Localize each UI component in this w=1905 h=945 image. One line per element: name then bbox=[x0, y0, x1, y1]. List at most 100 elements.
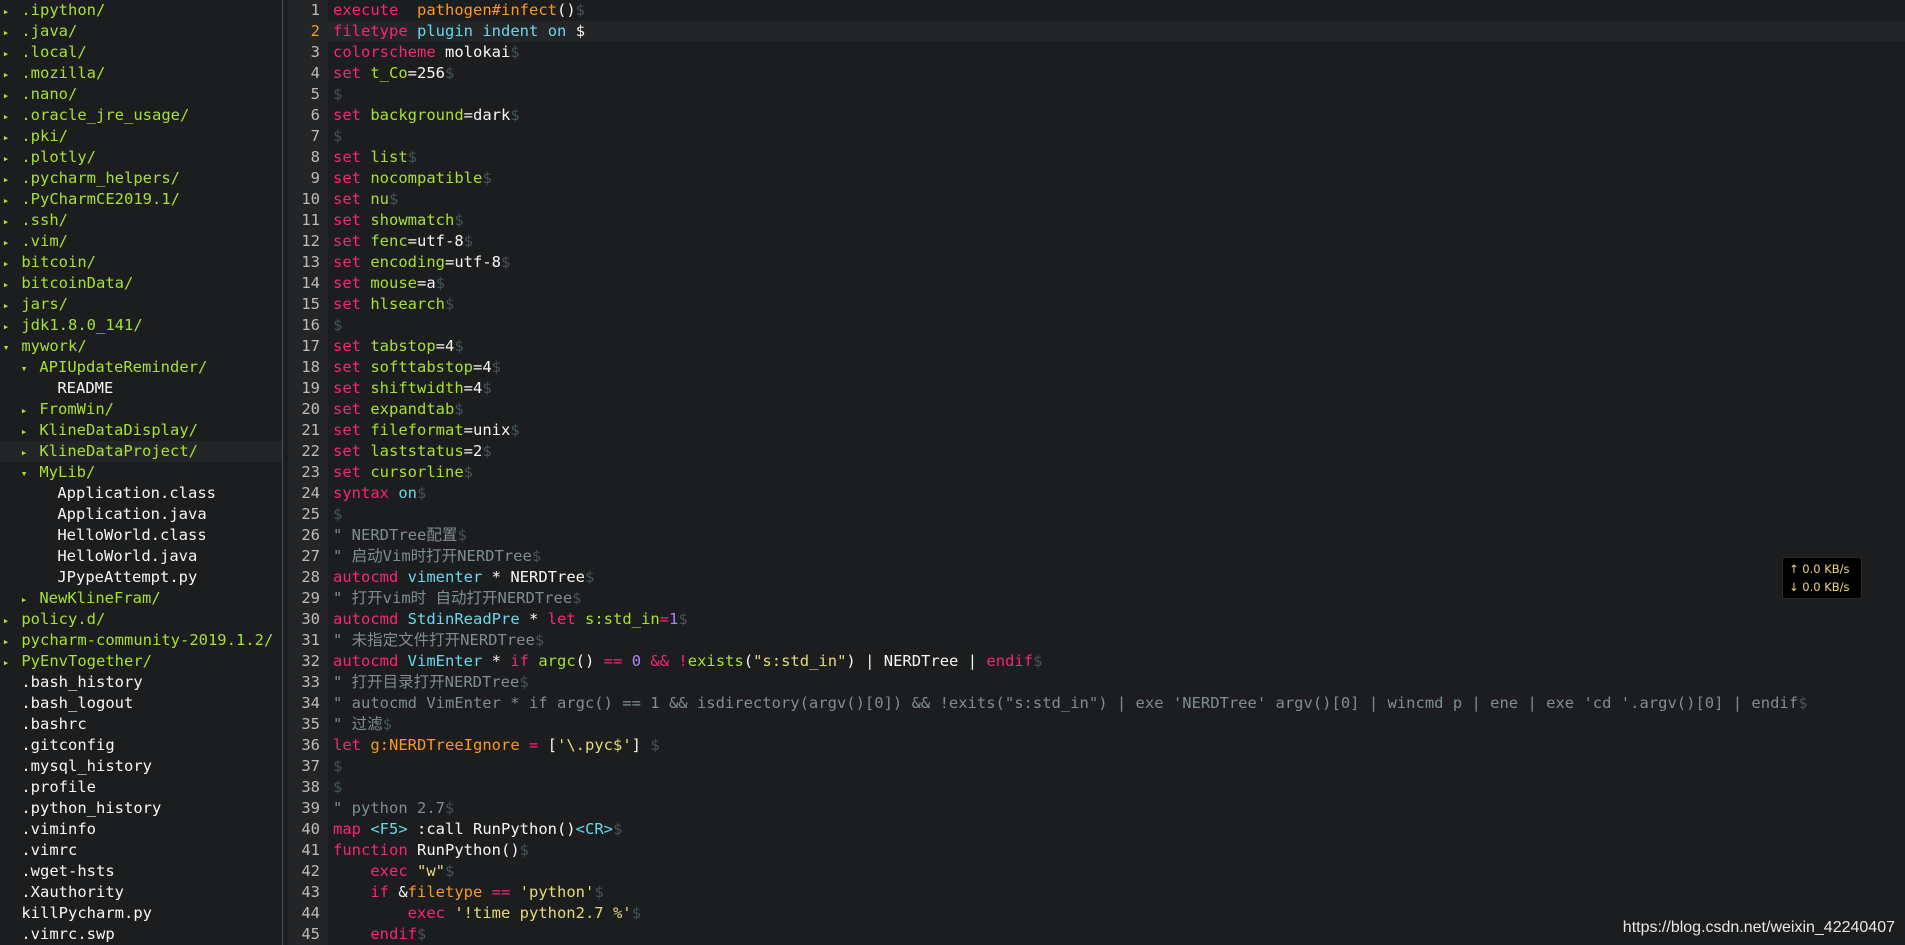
code-line[interactable]: 4 set t_Co=256$ bbox=[288, 63, 1905, 84]
code-line[interactable]: 25 $ bbox=[288, 504, 1905, 525]
collapsed-arrow-icon[interactable]: ▸ bbox=[0, 253, 12, 274]
collapsed-arrow-icon[interactable]: ▸ bbox=[0, 295, 12, 316]
tree-file-row[interactable]: killPycharm.py bbox=[0, 903, 282, 924]
tree-file-row[interactable]: .mysql_history bbox=[0, 756, 282, 777]
tree-directory-row[interactable]: ▸ .PyCharmCE2019.1/ bbox=[0, 189, 282, 210]
tree-file-row[interactable]: Application.java bbox=[0, 504, 282, 525]
collapsed-arrow-icon[interactable]: ▸ bbox=[0, 127, 12, 148]
collapsed-arrow-icon[interactable]: ▸ bbox=[0, 64, 12, 85]
collapsed-arrow-icon[interactable]: ▸ bbox=[18, 589, 30, 610]
tree-file-row[interactable]: .viminfo bbox=[0, 819, 282, 840]
tree-directory-row[interactable]: ▸ jdk1.8.0_141/ bbox=[0, 315, 282, 336]
collapsed-arrow-icon[interactable]: ▸ bbox=[18, 421, 30, 442]
collapsed-arrow-icon[interactable]: ▸ bbox=[0, 22, 12, 43]
tree-directory-row[interactable]: ▾ APIUpdateReminder/ bbox=[0, 357, 282, 378]
collapsed-arrow-icon[interactable]: ▸ bbox=[0, 190, 12, 211]
code-line[interactable]: 33 " 打开目录打开NERDTree$ bbox=[288, 672, 1905, 693]
tree-file-row[interactable]: .bash_logout bbox=[0, 693, 282, 714]
code-line[interactable]: 3 colorscheme molokai$ bbox=[288, 42, 1905, 63]
nerdtree-panel[interactable]: ▸ .ipython/▸ .java/▸ .local/▸ .mozilla/▸… bbox=[0, 0, 282, 945]
tree-file-row[interactable]: .bashrc bbox=[0, 714, 282, 735]
code-line[interactable]: 31 " 未指定文件打开NERDTree$ bbox=[288, 630, 1905, 651]
collapsed-arrow-icon[interactable]: ▸ bbox=[0, 316, 12, 337]
tree-directory-row[interactable]: ▸ .nano/ bbox=[0, 84, 282, 105]
tree-directory-row[interactable]: ▸ policy.d/ bbox=[0, 609, 282, 630]
collapsed-arrow-icon[interactable]: ▸ bbox=[0, 232, 12, 253]
collapsed-arrow-icon[interactable]: ▸ bbox=[0, 631, 12, 652]
code-line[interactable]: 6 set background=dark$ bbox=[288, 105, 1905, 126]
code-line[interactable]: 42 exec "w"$ bbox=[288, 861, 1905, 882]
tree-file-row[interactable]: .profile bbox=[0, 777, 282, 798]
code-line[interactable]: 8 set list$ bbox=[288, 147, 1905, 168]
code-line[interactable]: 17 set tabstop=4$ bbox=[288, 336, 1905, 357]
tree-directory-row[interactable]: ▸ pycharm-community-2019.1.2/ bbox=[0, 630, 282, 651]
code-line[interactable]: 38 $ bbox=[288, 777, 1905, 798]
code-line[interactable]: 9 set nocompatible$ bbox=[288, 168, 1905, 189]
window-split[interactable] bbox=[282, 0, 286, 945]
code-line[interactable]: 15 set hlsearch$ bbox=[288, 294, 1905, 315]
code-line[interactable]: 32 autocmd VimEnter * if argc() == 0 && !… bbox=[288, 651, 1905, 672]
tree-directory-row[interactable]: ▾ MyLib/ bbox=[0, 462, 282, 483]
tree-directory-row[interactable]: ▸ .java/ bbox=[0, 21, 282, 42]
tree-directory-row[interactable]: ▸ KlineDataProject/ bbox=[0, 441, 282, 462]
code-line[interactable]: 43 if &filetype == 'python'$ bbox=[288, 882, 1905, 903]
tree-file-row[interactable]: .python_history bbox=[0, 798, 282, 819]
tree-directory-row[interactable]: ▸ PyEnvTogether/ bbox=[0, 651, 282, 672]
code-line[interactable]: 16 $ bbox=[288, 315, 1905, 336]
code-line[interactable]: 29 " 打开vim时 自动打开NERDTree$ bbox=[288, 588, 1905, 609]
tree-directory-row[interactable]: ▸ .pycharm_helpers/ bbox=[0, 168, 282, 189]
collapsed-arrow-icon[interactable]: ▸ bbox=[0, 169, 12, 190]
code-line[interactable]: 37 $ bbox=[288, 756, 1905, 777]
expanded-arrow-icon[interactable]: ▾ bbox=[0, 337, 12, 358]
collapsed-arrow-icon[interactable]: ▸ bbox=[0, 274, 12, 295]
code-line[interactable]: 41 function RunPython()$ bbox=[288, 840, 1905, 861]
tree-file-row[interactable]: HelloWorld.class bbox=[0, 525, 282, 546]
collapsed-arrow-icon[interactable]: ▸ bbox=[0, 610, 12, 631]
code-line[interactable]: 35 " 过滤$ bbox=[288, 714, 1905, 735]
code-line[interactable]: 19 set shiftwidth=4$ bbox=[288, 378, 1905, 399]
code-line[interactable]: 10 set nu$ bbox=[288, 189, 1905, 210]
expanded-arrow-icon[interactable]: ▾ bbox=[18, 358, 30, 379]
tree-directory-row[interactable]: ▸ .plotly/ bbox=[0, 147, 282, 168]
code-line[interactable]: 12 set fenc=utf-8$ bbox=[288, 231, 1905, 252]
tree-file-row[interactable]: .gitconfig bbox=[0, 735, 282, 756]
code-line[interactable]: 22 set laststatus=2$ bbox=[288, 441, 1905, 462]
code-line[interactable]: 24 syntax on$ bbox=[288, 483, 1905, 504]
collapsed-arrow-icon[interactable]: ▸ bbox=[18, 442, 30, 463]
code-line[interactable]: 2 filetype plugin indent on $ bbox=[288, 21, 1905, 42]
code-line[interactable]: 14 set mouse=a$ bbox=[288, 273, 1905, 294]
code-line[interactable]: 30 autocmd StdinReadPre * let s:std_in=1$ bbox=[288, 609, 1905, 630]
code-line[interactable]: 18 set softtabstop=4$ bbox=[288, 357, 1905, 378]
tree-directory-row[interactable]: ▸ .pki/ bbox=[0, 126, 282, 147]
code-line[interactable]: 39 " python 2.7$ bbox=[288, 798, 1905, 819]
code-line[interactable]: 13 set encoding=utf-8$ bbox=[288, 252, 1905, 273]
tree-file-row[interactable]: HelloWorld.java bbox=[0, 546, 282, 567]
tree-file-row[interactable]: .bash_history bbox=[0, 672, 282, 693]
code-line[interactable]: 40 map <F5> :call RunPython()<CR>$ bbox=[288, 819, 1905, 840]
collapsed-arrow-icon[interactable]: ▸ bbox=[0, 85, 12, 106]
tree-directory-row[interactable]: ▸ .mozilla/ bbox=[0, 63, 282, 84]
tree-directory-row[interactable]: ▸ NewKlineFram/ bbox=[0, 588, 282, 609]
tree-file-row[interactable]: .wget-hsts bbox=[0, 861, 282, 882]
tree-file-row[interactable]: Application.class bbox=[0, 483, 282, 504]
code-line[interactable]: 26 " NERDTree配置$ bbox=[288, 525, 1905, 546]
tree-directory-row[interactable]: ▸ KlineDataDisplay/ bbox=[0, 420, 282, 441]
code-line[interactable]: 7 $ bbox=[288, 126, 1905, 147]
tree-directory-row[interactable]: ▾ mywork/ bbox=[0, 336, 282, 357]
collapsed-arrow-icon[interactable]: ▸ bbox=[0, 106, 12, 127]
collapsed-arrow-icon[interactable]: ▸ bbox=[18, 400, 30, 421]
tree-directory-row[interactable]: ▸ FromWin/ bbox=[0, 399, 282, 420]
tree-directory-row[interactable]: ▸ .ssh/ bbox=[0, 210, 282, 231]
collapsed-arrow-icon[interactable]: ▸ bbox=[0, 652, 12, 673]
code-line[interactable]: 36 let g:NERDTreeIgnore = ['\.pyc$'] $ bbox=[288, 735, 1905, 756]
code-line[interactable]: 5 $ bbox=[288, 84, 1905, 105]
expanded-arrow-icon[interactable]: ▾ bbox=[18, 463, 30, 484]
tree-file-row[interactable]: .vimrc.swp bbox=[0, 924, 282, 945]
collapsed-arrow-icon[interactable]: ▸ bbox=[0, 211, 12, 232]
collapsed-arrow-icon[interactable]: ▸ bbox=[0, 43, 12, 64]
code-line[interactable]: 28 autocmd vimenter * NERDTree$ bbox=[288, 567, 1905, 588]
code-line[interactable]: 11 set showmatch$ bbox=[288, 210, 1905, 231]
tree-directory-row[interactable]: ▸ .vim/ bbox=[0, 231, 282, 252]
code-line[interactable]: 34 " autocmd VimEnter * if argc() == 1 &&… bbox=[288, 693, 1905, 714]
tree-directory-row[interactable]: ▸ .local/ bbox=[0, 42, 282, 63]
